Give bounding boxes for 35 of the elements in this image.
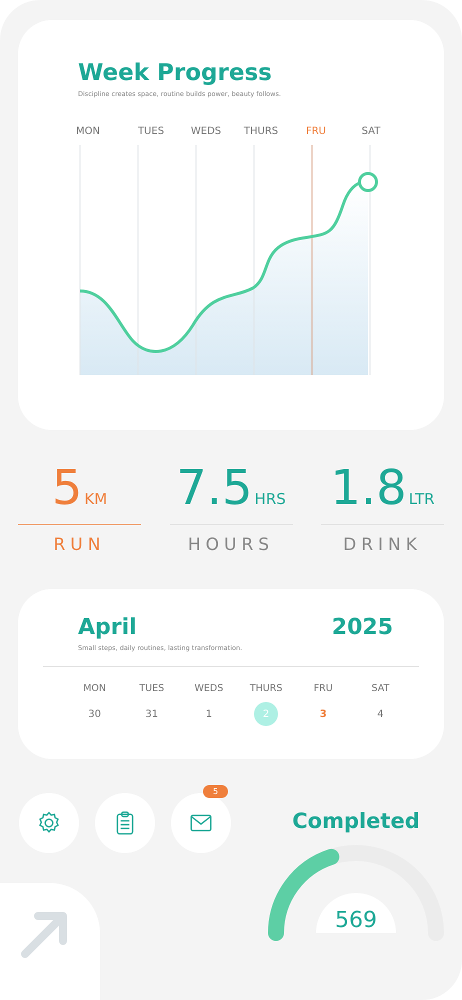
stat-label: RUN xyxy=(54,535,106,555)
count-badge: 5 xyxy=(203,785,228,798)
weekday-label: FRU xyxy=(314,683,333,694)
day-label[interactable]: FRU xyxy=(296,126,336,137)
stat-label: HOURS xyxy=(188,535,274,555)
weekday-label: THURS xyxy=(250,683,282,694)
stat-unit: KM xyxy=(84,490,108,508)
day-label[interactable]: SAT xyxy=(351,126,391,137)
weekday-label: WEDS xyxy=(194,683,224,694)
year-label: 2025 xyxy=(332,615,393,640)
weekday-label: MON xyxy=(83,683,106,694)
completed-title: Completed xyxy=(292,809,420,833)
date-cell[interactable]: 30 xyxy=(82,702,107,726)
date-cell[interactable]: 4 xyxy=(368,702,392,726)
card-title: Week Progress xyxy=(78,60,273,86)
stat-card[interactable]: 7.5 HRS HOURS xyxy=(170,460,292,555)
stat-value: 7.5 xyxy=(176,460,253,516)
date-cell[interactable]: 1 xyxy=(196,702,221,726)
completed-value: 569 xyxy=(334,908,378,933)
stat-value: 5 xyxy=(52,460,82,516)
stat-unit: HRS xyxy=(254,490,286,508)
stat-value: 1.8 xyxy=(330,460,407,516)
date-cell[interactable]: 31 xyxy=(140,702,164,726)
weekday-label: TUES xyxy=(139,683,164,694)
day-label[interactable]: THURS xyxy=(241,126,281,137)
stat-unit: LTR xyxy=(408,490,435,508)
stat-label: DRINK xyxy=(343,535,422,555)
stat-card[interactable]: 1.8 LTR DRINK xyxy=(321,460,444,555)
stat-card[interactable]: 5 KM RUN xyxy=(18,460,141,555)
date-cell[interactable]: 3 xyxy=(311,702,336,726)
month-title: April xyxy=(78,615,137,640)
day-label[interactable]: WEDS xyxy=(186,126,226,137)
day-label[interactable]: TUES xyxy=(131,126,171,137)
weekday-label: SAT xyxy=(372,683,390,694)
day-label[interactable]: MON xyxy=(76,126,116,137)
